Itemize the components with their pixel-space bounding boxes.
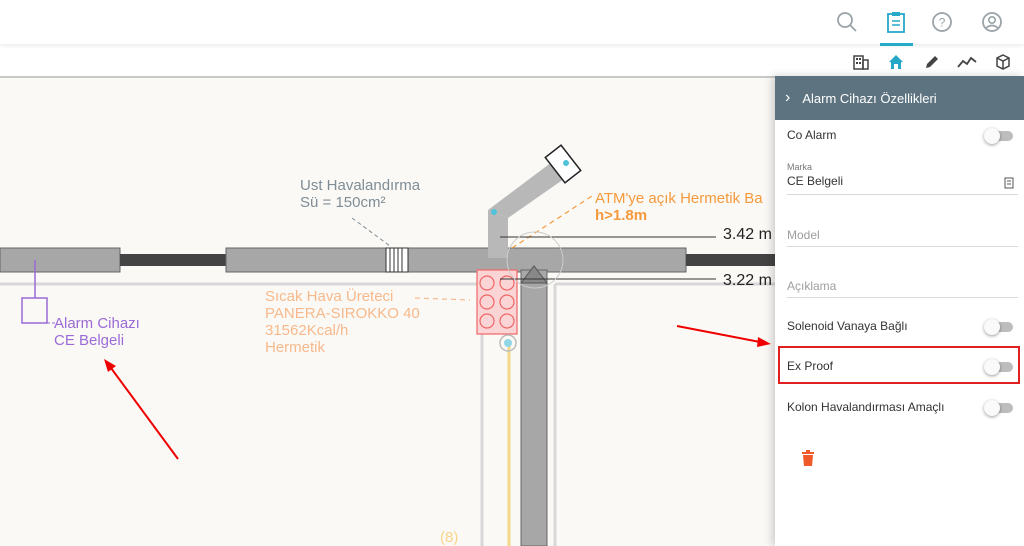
ex-proof-label: Ex Proof bbox=[787, 359, 834, 373]
svg-text:?: ? bbox=[939, 16, 946, 30]
solenoid-toggle[interactable] bbox=[984, 319, 1013, 335]
dimension-label-2: 3.22 m bbox=[723, 272, 772, 289]
clipboard-icon[interactable] bbox=[884, 10, 908, 34]
alarm-device-symbol bbox=[21, 297, 48, 324]
user-icon[interactable] bbox=[980, 10, 1004, 34]
heater-label-line2: PANERA-SIROKKO 40 bbox=[265, 305, 420, 322]
help-icon[interactable]: ? bbox=[930, 10, 954, 34]
heater-label-line4: Hermetik bbox=[265, 339, 326, 356]
dimension-label-1: 3.42 m bbox=[723, 226, 772, 243]
marka-field[interactable]: Marka CE Belgeli bbox=[787, 162, 1018, 195]
home-icon[interactable] bbox=[886, 52, 906, 72]
marka-value: CE Belgeli bbox=[787, 174, 844, 188]
chevron-right-icon[interactable]: › bbox=[785, 89, 790, 107]
search-icon[interactable] bbox=[835, 10, 859, 34]
alarm-label-line2[interactable]: CE Belgeli bbox=[54, 333, 124, 349]
cube-icon[interactable] bbox=[993, 52, 1013, 72]
top-bar: ? bbox=[0, 0, 1024, 46]
building-icon[interactable] bbox=[851, 52, 871, 72]
heater-label-line3: 31562Kcal/h bbox=[265, 322, 349, 339]
co-alarm-toggle[interactable] bbox=[984, 128, 1013, 144]
pipe-vertical bbox=[520, 269, 548, 546]
properties-panel: › Alarm Cihazı Özellikleri Co Alarm Mark… bbox=[775, 76, 1024, 546]
pipe-segment bbox=[225, 247, 687, 273]
panel-title: Alarm Cihazı Özellikleri bbox=[802, 90, 937, 106]
pipe-connector bbox=[120, 254, 226, 266]
model-field[interactable]: Model bbox=[787, 228, 1018, 247]
aciklama-field[interactable]: Açıklama bbox=[787, 279, 1018, 298]
alarm-label-line1[interactable]: Alarm Cihazı bbox=[54, 316, 140, 332]
view-toolbar bbox=[0, 46, 1024, 78]
pipe-connector bbox=[686, 254, 775, 266]
list-icon[interactable] bbox=[1004, 176, 1014, 194]
heater-label-line1: Sıcak Hava Üreteci bbox=[265, 288, 394, 305]
pencil-icon[interactable] bbox=[922, 52, 942, 72]
vent-grille bbox=[385, 247, 409, 273]
pipe-segment bbox=[0, 247, 121, 273]
bottom-mark: (8) bbox=[440, 529, 459, 546]
co-alarm-label: Co Alarm bbox=[787, 128, 837, 142]
atm-label-line2: h>1.8m bbox=[595, 207, 648, 224]
vent-label-line1: Ust Havalandırma bbox=[300, 177, 421, 194]
atm-label-line1: ATM'ye açık Hermetik Ba bbox=[595, 190, 763, 207]
marka-label: Marka bbox=[787, 162, 813, 172]
kolon-toggle[interactable] bbox=[984, 400, 1013, 416]
panel-header[interactable]: › Alarm Cihazı Özellikleri bbox=[775, 76, 1024, 120]
aciklama-placeholder: Açıklama bbox=[787, 279, 837, 293]
trash-icon[interactable] bbox=[801, 450, 815, 471]
vent-label-line2: Sü = 150cm² bbox=[300, 194, 386, 211]
heater-unit bbox=[476, 269, 518, 335]
solenoid-label: Solenoid Vanaya Bağlı bbox=[787, 319, 908, 333]
model-placeholder: Model bbox=[787, 228, 820, 242]
kolon-label: Kolon Havalandırması Amaçlı bbox=[787, 400, 945, 414]
ex-proof-toggle[interactable] bbox=[984, 359, 1013, 375]
chart-line-icon[interactable] bbox=[957, 52, 977, 72]
active-tab-indicator bbox=[880, 43, 913, 46]
